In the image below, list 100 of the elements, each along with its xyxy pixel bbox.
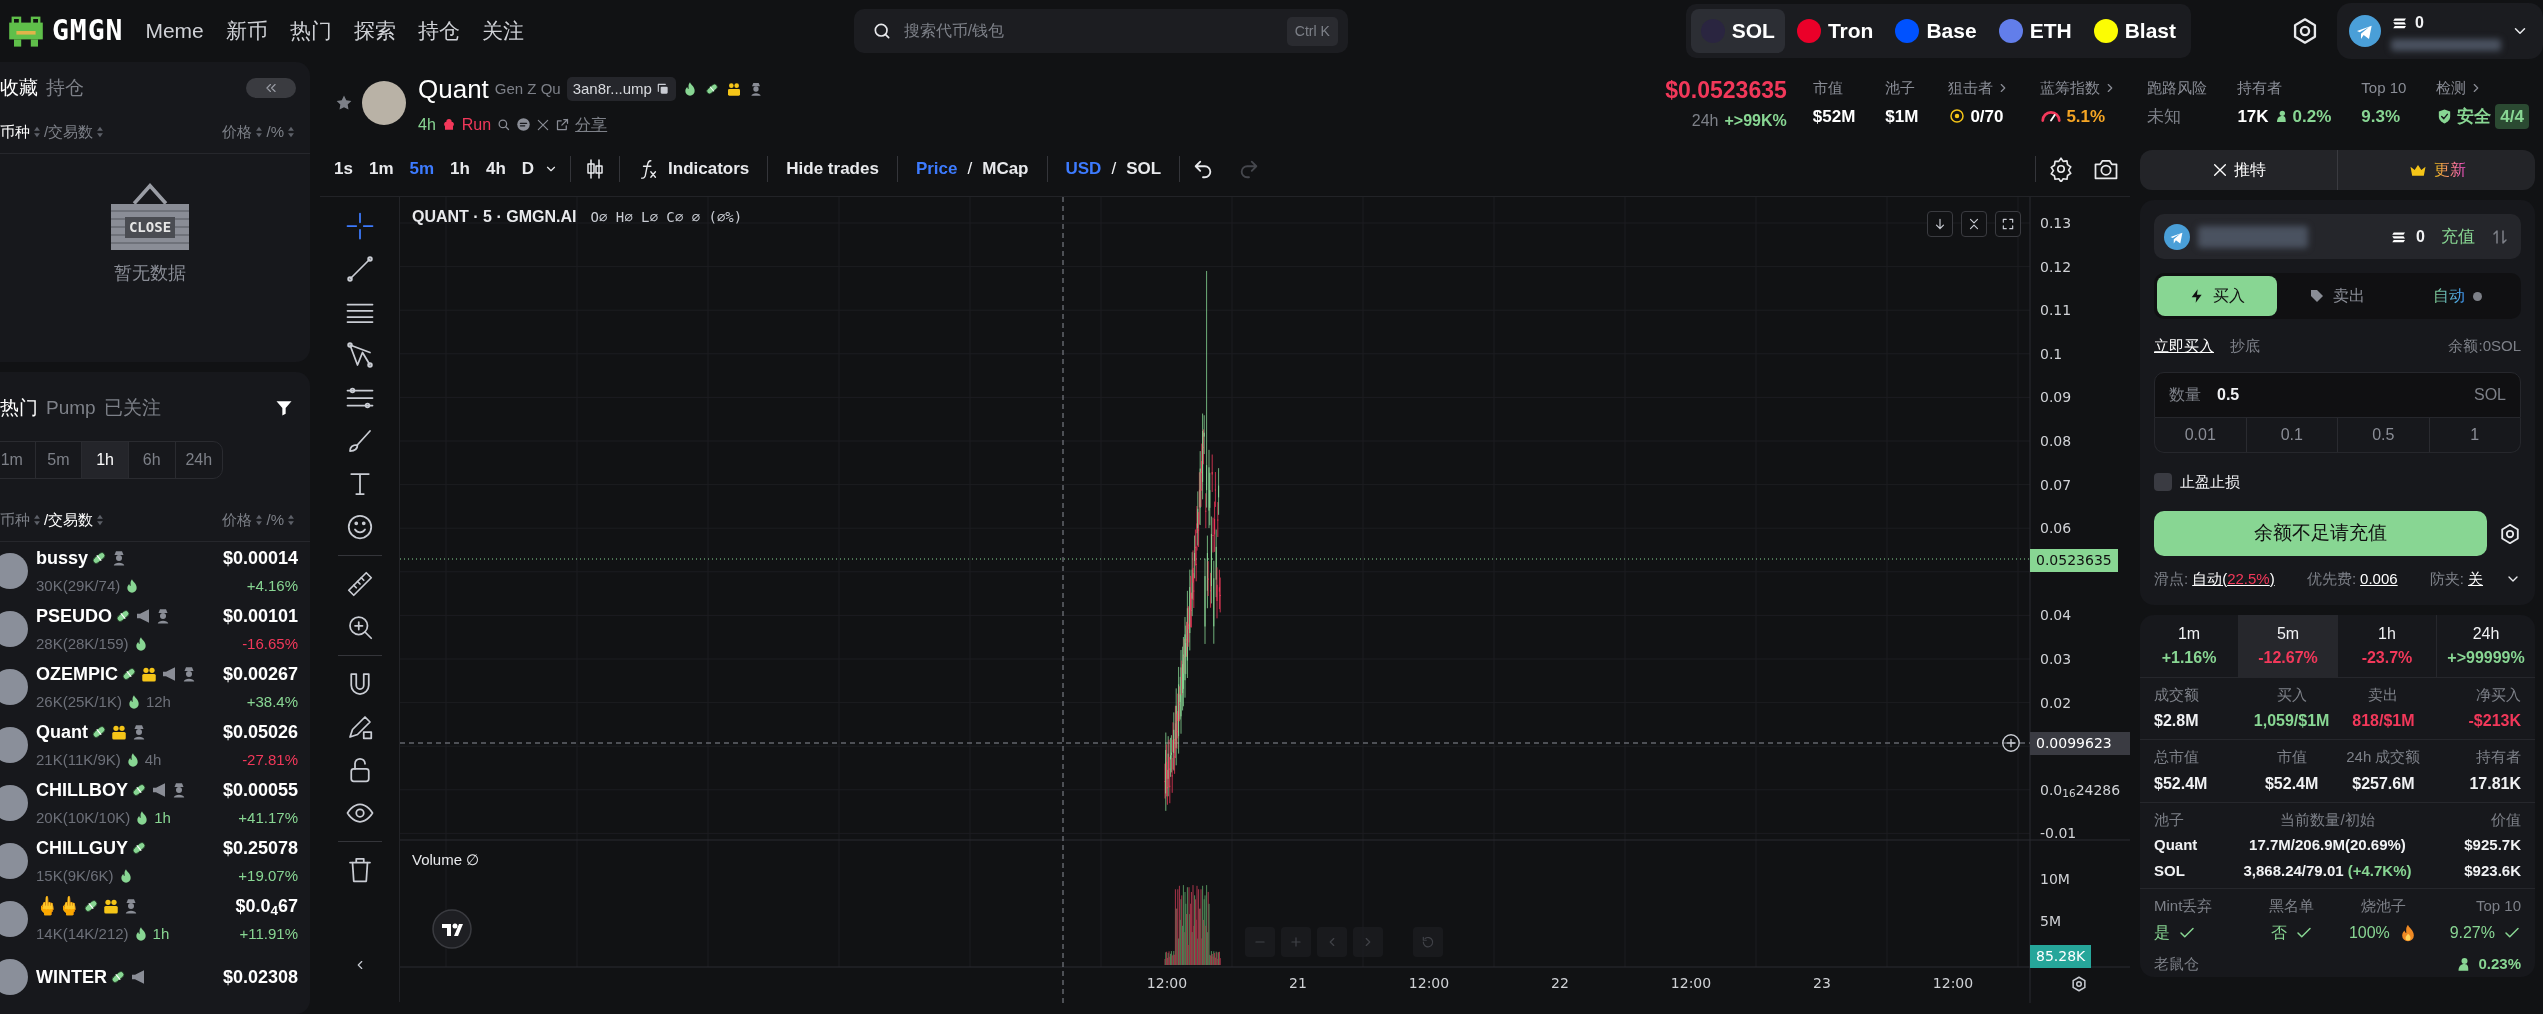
toggle-option[interactable]: USD: [1059, 152, 1108, 186]
column-header[interactable]: /交易数: [44, 120, 94, 143]
search-field[interactable]: 搜索代币/钱包: [901, 18, 1277, 44]
mode-tab[interactable]: 立即买入: [2154, 335, 2214, 358]
chain-tab[interactable]: SOL: [1690, 9, 1785, 53]
deposit-link[interactable]: 充值: [2441, 223, 2475, 250]
interval-tab[interactable]: 1h: [444, 152, 476, 186]
toggle-option[interactable]: Price: [909, 152, 964, 186]
interval-tab[interactable]: 5m: [403, 152, 441, 186]
social-button[interactable]: 推特: [2140, 150, 2337, 190]
column-header[interactable]: 币种: [0, 120, 30, 143]
sign-hanger-icon: [130, 182, 170, 204]
period-tab[interactable]: 5m -12.67%: [2239, 614, 2338, 677]
price-change: +19.07%: [237, 865, 298, 886]
column-header[interactable]: /%: [266, 120, 284, 143]
stat-value: 安全: [2457, 105, 2492, 128]
period-tab[interactable]: 1h: [82, 441, 129, 478]
x-logo-icon[interactable]: [536, 117, 551, 132]
checkbox[interactable]: [2154, 472, 2172, 491]
swap-icon[interactable]: [2491, 227, 2509, 246]
search-icon[interactable]: [496, 117, 512, 132]
stat-label: 净买入: [2475, 684, 2521, 705]
share-link[interactable]: 分享: [575, 112, 608, 137]
toggle-option[interactable]: MCap: [976, 152, 1035, 186]
scroll-down-button[interactable]: [1927, 211, 1953, 237]
interval-tab[interactable]: 4h: [479, 152, 512, 186]
token-row[interactable]: Quant 21K(11K/9K) 4h $0.05026 -27.81%: [0, 716, 310, 774]
preset-button[interactable]: 0.01: [2155, 417, 2247, 452]
interval-tab[interactable]: 1s: [328, 152, 359, 186]
stat-label: 卖出: [2367, 684, 2400, 705]
interval-tab[interactable]: 1m: [362, 152, 400, 186]
share-icon[interactable]: [555, 117, 571, 132]
stat-label: 池子: [1885, 78, 1916, 98]
column-header[interactable]: 价格: [222, 508, 253, 531]
chat-icon[interactable]: [516, 117, 532, 132]
token-row[interactable]: CHILLBOY 20K(10K/10K) 1h $0.00055 +41.17%: [0, 774, 310, 832]
token-avatar: [0, 553, 28, 589]
trend-line-icon[interactable]: [344, 254, 375, 284]
column-header[interactable]: 价格: [222, 120, 253, 143]
fullscreen-button[interactable]: [1995, 211, 2021, 237]
wallet-menu[interactable]: 0: [2337, 3, 2543, 59]
nav-link[interactable]: 关注: [481, 15, 524, 47]
period-tab[interactable]: 6h: [128, 441, 176, 478]
tab[interactable]: Pump: [46, 394, 104, 423]
priority-fee-link[interactable]: 0.006: [2360, 568, 2398, 591]
indicators-button[interactable]: Indicators: [632, 152, 756, 186]
trade-side-tab[interactable]: 买入: [2157, 276, 2278, 316]
axis-label: 22: [1551, 974, 1569, 993]
collapse-button[interactable]: [1961, 211, 1987, 237]
pool-value: $925.7K: [2463, 835, 2521, 855]
settings-icon[interactable]: [2070, 975, 2088, 993]
column-header[interactable]: /交易数: [44, 508, 94, 531]
period-tab[interactable]: 1h -23.7%: [2338, 614, 2437, 677]
trade-side-tab[interactable]: 卖出: [2277, 276, 2398, 316]
tab[interactable]: 收藏: [0, 74, 46, 103]
token-row[interactable]: CHILLGUY 15K(9K/6K) $0.25078 +19.07%: [0, 832, 310, 890]
chain-tab[interactable]: Base: [1885, 9, 1987, 53]
mode-tab[interactable]: 抄底: [2230, 335, 2260, 358]
chain-tab[interactable]: Blast: [2083, 9, 2186, 53]
settings-icon[interactable]: [2291, 17, 2319, 45]
tab[interactable]: 热门: [0, 394, 46, 423]
interval-tab[interactable]: D: [515, 152, 541, 186]
preset-button[interactable]: 0.5: [2338, 417, 2430, 452]
period-label: 1m: [2176, 623, 2202, 644]
nav-link[interactable]: 热门: [289, 15, 332, 47]
amount-field[interactable]: 数量 0.5 SOL: [2154, 371, 2521, 418]
token-row[interactable]: 🖕🖕 14K(14K/212) 1h $0.0$_{4}$67 +11.91%: [0, 890, 310, 948]
tab[interactable]: 已关注: [103, 394, 169, 423]
chain-tab[interactable]: Tron: [1786, 9, 1884, 53]
anti-mev-link[interactable]: 关: [2468, 568, 2483, 591]
settings-icon[interactable]: [2048, 156, 2074, 182]
nav-link[interactable]: Meme: [145, 15, 204, 47]
search-bar[interactable]: 搜索代币/钱包 Ctrl K: [853, 9, 1348, 53]
period-tab[interactable]: 24h +>99999%: [2437, 614, 2535, 677]
period-change: -23.7%: [2360, 647, 2414, 668]
pattern-icon[interactable]: [344, 340, 375, 370]
hide-trades-button[interactable]: Hide trades: [780, 152, 885, 186]
nav-link[interactable]: 探索: [353, 15, 396, 47]
social-button[interactable]: 更新: [2337, 150, 2535, 190]
contract-address[interactable]: 3an8r...ump: [566, 76, 676, 102]
nav-link[interactable]: 持仓: [417, 15, 460, 47]
period-tab[interactable]: 1m: [0, 441, 36, 478]
token-row[interactable]: OZEMPIC 26K(25K/1K) 12h $0.00267 +38.4%: [0, 658, 310, 716]
nav-link[interactable]: 新币: [225, 15, 268, 47]
toggle-option[interactable]: SOL: [1120, 152, 1168, 186]
column-header[interactable]: /%: [266, 508, 284, 531]
crosshair-icon[interactable]: [344, 211, 375, 241]
token-row[interactable]: WINTER $0.02308: [0, 948, 310, 1006]
token-row[interactable]: bussy 30K(29K/74) $0.00014 +4.16%: [0, 542, 310, 600]
settings-icon[interactable]: [2499, 522, 2521, 545]
plus-circle-icon[interactable]: [2000, 732, 2022, 754]
token-row[interactable]: PSEUDO 28K(28K/159) $0.00101 -16.65%: [0, 600, 310, 658]
preset-button[interactable]: 1: [2429, 417, 2520, 452]
submit-button[interactable]: 余额不足请充值: [2154, 511, 2487, 556]
trade-side-tab[interactable]: 自动: [2397, 276, 2518, 316]
column-header[interactable]: 币种: [0, 508, 30, 531]
preset-button[interactable]: 0.1: [2246, 417, 2338, 452]
tab[interactable]: 持仓: [46, 74, 92, 103]
period-tab[interactable]: 24h: [175, 441, 222, 478]
chain-tab[interactable]: ETH: [1988, 9, 2082, 53]
